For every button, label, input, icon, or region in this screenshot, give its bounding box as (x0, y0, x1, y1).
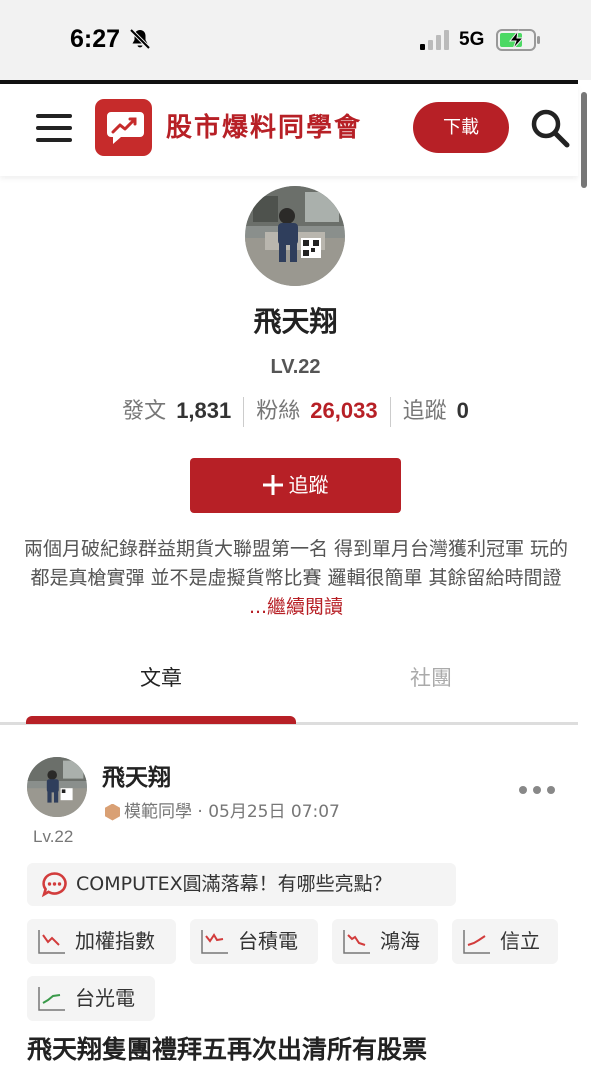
stock-name: 加權指數 (75, 929, 155, 953)
page-scrollbar[interactable] (581, 92, 587, 188)
tab-articles[interactable]: 文章 (26, 662, 296, 692)
profile-name: 飛天翔 (253, 305, 338, 338)
bio-text: 兩個月破紀錄群益期貨大聯盟第一名 得到單月台灣獲利冠軍 玩的都是真槍實彈 並不是… (23, 538, 569, 589)
stock-tag[interactable]: 加權指數 (27, 919, 176, 964)
tab-groups[interactable]: 社團 (296, 662, 566, 692)
post-author-name[interactable]: 飛天翔 (102, 758, 171, 792)
stock-name: 信立 (500, 929, 540, 953)
signal-icon (420, 30, 449, 50)
chat-bubble-icon (41, 872, 67, 898)
post-date: 05月25日 07:07 (208, 802, 340, 822)
stat-divider (243, 397, 245, 427)
topic-tag[interactable]: COMPUTEX圓滿落幕！有哪些亮點？ (27, 863, 456, 906)
menu-icon[interactable] (36, 112, 72, 144)
stock-tag[interactable]: 信立 (452, 919, 558, 964)
stat-label-fans: 粉絲 (256, 399, 301, 424)
app-logo[interactable] (95, 99, 152, 156)
topic-label: COMPUTEX圓滿落幕！有哪些亮點？ (76, 873, 392, 895)
badge-icon (105, 803, 120, 821)
site-header: 股市爆料同學會 下載 (0, 84, 578, 176)
stat-label-posts: 發文 (122, 399, 167, 424)
stat-divider (389, 397, 391, 427)
stock-tag[interactable]: 台光電 (27, 976, 155, 1021)
profile-bio: 兩個月破紀錄群益期貨大聯盟第一名 得到單月台灣獲利冠軍 玩的都是真槍實彈 並不是… (22, 535, 570, 622)
stock-tag[interactable]: 鴻海 (332, 919, 438, 964)
stat-value-posts[interactable]: 1,831 (176, 398, 231, 423)
network-type: 5G (459, 29, 485, 50)
stock-name: 台積電 (238, 929, 298, 953)
stock-up-icon (38, 987, 65, 1011)
stat-value-fans[interactable]: 26,033 (310, 398, 377, 423)
follow-button[interactable]: 追蹤 (190, 458, 401, 513)
search-icon[interactable] (529, 107, 571, 149)
stock-down-icon (38, 930, 65, 954)
author-badge: 模範同學 (124, 802, 192, 822)
follow-button-label: 追蹤 (288, 473, 329, 497)
post-title[interactable]: 飛天翔隻團禮拜五再次出清所有股票 (27, 1030, 427, 1066)
status-time: 6:27 (70, 25, 121, 53)
stat-label-following: 追蹤 (402, 399, 447, 424)
stat-value-following[interactable]: 0 (457, 398, 469, 423)
post-author-avatar[interactable] (27, 757, 87, 817)
post-author-level: Lv.22 (33, 827, 74, 846)
download-button[interactable]: 下載 (413, 102, 509, 153)
profile-level: LV.22 (270, 356, 321, 378)
stock-down-icon (463, 930, 490, 954)
battery-charging-icon (496, 29, 540, 51)
more-options-icon[interactable] (518, 785, 558, 795)
stock-tag[interactable]: 台積電 (190, 919, 318, 964)
stock-down-icon (201, 930, 228, 954)
stock-name: 鴻海 (380, 929, 420, 953)
post-meta: 模範同學 · 05月25日 07:07 (105, 797, 340, 822)
profile-avatar (245, 186, 345, 286)
read-more-link[interactable]: ...繼續閱讀 (249, 596, 343, 618)
plus-icon (262, 475, 283, 495)
chat-chart-icon (107, 112, 144, 144)
stock-name: 台光電 (75, 986, 135, 1010)
brand-name[interactable]: 股市爆料同學會 (166, 107, 362, 144)
status-bar: 6:27 5G (0, 0, 591, 80)
stock-down-icon (343, 930, 370, 954)
bell-slash-icon (129, 28, 151, 50)
active-tab-indicator (26, 716, 296, 724)
profile-stats: 發文 1,831 粉絲 26,033 追蹤 0 (0, 393, 591, 427)
